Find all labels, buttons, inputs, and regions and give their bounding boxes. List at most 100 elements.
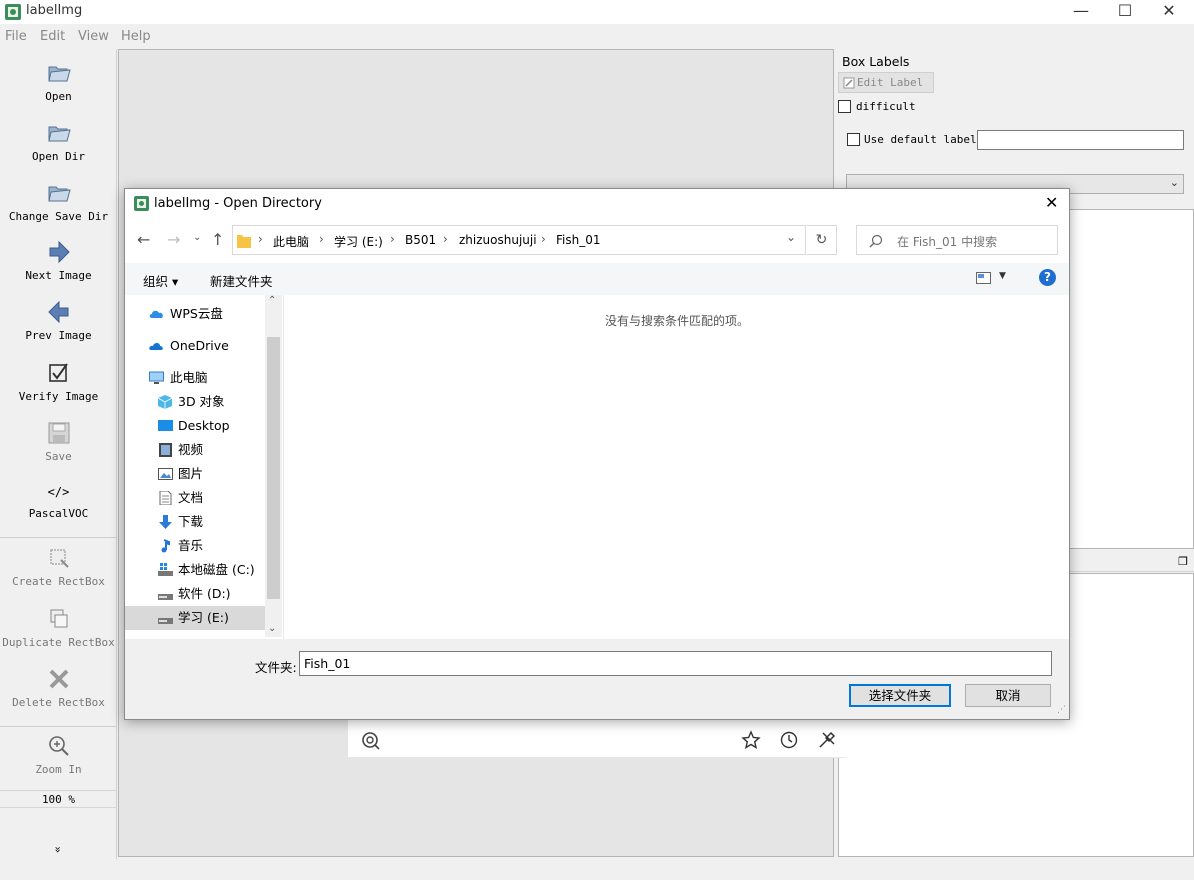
new-folder-button[interactable]: 新建文件夹: [210, 271, 273, 290]
breadcrumb-item[interactable]: 学习 (E:): [334, 233, 383, 250]
nav-item-label: 此电脑: [170, 370, 208, 385]
help-icon[interactable]: ?: [1039, 269, 1056, 286]
nav-item-videos[interactable]: 视频: [125, 438, 265, 462]
resize-grip-icon[interactable]: ⋰: [1057, 705, 1066, 715]
drive-icon: [158, 563, 173, 576]
nav-item-label: OneDrive: [170, 338, 229, 353]
select-folder-button[interactable]: 选择文件夹: [849, 684, 951, 707]
scrollbar-thumb[interactable]: [267, 337, 280, 599]
nav-item-3d-objects[interactable]: 3D 对象: [125, 390, 265, 414]
nav-item-documents[interactable]: 文档: [125, 486, 265, 510]
change-save-dir-button[interactable]: Change Save Dir: [0, 179, 117, 223]
nav-item-music[interactable]: 音乐: [125, 534, 265, 558]
scroll-up-icon[interactable]: ⌃: [268, 295, 276, 306]
desktop-icon: [158, 420, 173, 431]
dialog-close-button[interactable]: ✕: [1045, 193, 1058, 212]
save-button[interactable]: Save: [0, 419, 117, 463]
picture-icon: [158, 468, 173, 480]
folder-open-icon: [47, 66, 71, 82]
zoom-in-button[interactable]: Zoom In: [0, 732, 117, 776]
open-label: Open: [45, 90, 72, 103]
nav-item-pictures[interactable]: 图片: [125, 462, 265, 486]
nav-scrollbar[interactable]: ⌃ ⌄: [265, 295, 282, 637]
nav-item-onedrive[interactable]: OneDrive: [125, 334, 265, 358]
history-icon[interactable]: [779, 730, 799, 750]
folder-input[interactable]: [299, 651, 1052, 676]
breadcrumb-item[interactable]: 此电脑: [273, 233, 309, 250]
zoom-in-icon: [48, 736, 69, 756]
create-rectbox-button[interactable]: Create RectBox: [0, 544, 117, 588]
computer-icon: [149, 371, 164, 384]
arrow-right-icon: [49, 240, 70, 264]
format-button[interactable]: </> PascalVOC: [0, 485, 117, 520]
document-icon: [159, 491, 172, 505]
menu-file[interactable]: File: [5, 29, 27, 44]
nav-item-drive-c[interactable]: 本地磁盘 (C:): [125, 558, 265, 582]
breadcrumb-item[interactable]: Fish_01: [556, 233, 601, 247]
search-box[interactable]: 在 Fish_01 中搜索: [856, 225, 1058, 255]
prev-image-label: Prev Image: [25, 329, 92, 342]
nav-item-label: Desktop: [178, 418, 230, 433]
close-window-button[interactable]: ✕: [1146, 0, 1192, 24]
prev-image-button[interactable]: Prev Image: [0, 298, 117, 342]
next-image-button[interactable]: Next Image: [0, 238, 117, 282]
toolbar-extension-icon[interactable]: »: [52, 844, 65, 856]
nav-item-label: 视频: [178, 442, 204, 457]
toolbar-divider: [0, 726, 117, 727]
breadcrumb-separator: ›: [258, 232, 263, 246]
nav-item-label: 3D 对象: [178, 394, 225, 409]
menu-help[interactable]: Help: [121, 29, 151, 44]
recent-locations-chevron-icon[interactable]: ⌄: [193, 232, 201, 243]
drive-icon: [158, 618, 173, 624]
onedrive-icon: [149, 343, 163, 350]
float-dock-icon[interactable]: ❐: [1178, 555, 1188, 568]
scroll-down-icon[interactable]: ⌄: [268, 623, 276, 634]
organize-button[interactable]: 组织 ▾: [143, 271, 178, 290]
menu-edit[interactable]: Edit: [40, 29, 65, 44]
menu-view[interactable]: View: [78, 29, 109, 44]
use-default-label-checkbox[interactable]: [847, 133, 860, 146]
forward-arrow-icon[interactable]: →: [167, 230, 180, 249]
visual-search-icon[interactable]: [360, 730, 380, 750]
cancel-button[interactable]: 取消: [965, 684, 1051, 707]
refresh-icon[interactable]: ↻: [807, 225, 837, 255]
difficult-checkbox[interactable]: [838, 100, 851, 113]
nav-item-wps-cloud[interactable]: WPS云盘: [125, 302, 265, 326]
breadcrumb-item[interactable]: zhizuoshujuji: [459, 233, 537, 247]
nav-item-desktop[interactable]: Desktop: [125, 414, 265, 438]
back-arrow-icon[interactable]: ←: [137, 230, 150, 249]
verify-image-label: Verify Image: [18, 390, 99, 403]
default-label-input[interactable]: [977, 130, 1184, 150]
nav-item-label: 下载: [178, 514, 204, 529]
nav-item-downloads[interactable]: 下载: [125, 510, 265, 534]
up-arrow-icon[interactable]: ↑: [211, 230, 224, 249]
nav-item-drive-d[interactable]: 软件 (D:): [125, 582, 265, 606]
maximize-button[interactable]: ☐: [1102, 0, 1148, 24]
address-bar[interactable]: › 此电脑 › 学习 (E:) › B501 › zhizuoshujuji ›…: [232, 225, 806, 255]
window-title: labelImg: [26, 3, 83, 18]
duplicate-rectbox-button[interactable]: Duplicate RectBox: [0, 605, 117, 649]
nav-item-drive-e[interactable]: 学习 (E:): [125, 606, 265, 630]
zoom-level-spinbox[interactable]: 100 %: [0, 790, 117, 808]
open-dir-label: Open Dir: [32, 150, 85, 163]
dialog-title-bar: labelImg - Open Directory ✕: [125, 189, 1069, 219]
minimize-button[interactable]: —: [1058, 0, 1104, 24]
chevron-down-icon: ⌄: [1169, 176, 1179, 189]
folder-field-label: 文件夹:: [255, 660, 297, 675]
open-dir-button[interactable]: Open Dir: [0, 119, 117, 163]
folder-open-icon: [47, 126, 71, 142]
delete-rectbox-button[interactable]: Delete RectBox: [0, 665, 117, 709]
open-button[interactable]: Open: [0, 59, 117, 103]
breadcrumb-item[interactable]: B501: [405, 233, 436, 247]
nav-item-this-pc[interactable]: 此电脑: [125, 366, 265, 390]
address-dropdown-icon[interactable]: ⌄: [786, 230, 796, 244]
verify-image-button[interactable]: Verify Image: [0, 359, 117, 403]
video-icon: [159, 443, 172, 457]
save-label: Save: [45, 450, 72, 463]
tools-icon[interactable]: [817, 730, 837, 750]
star-icon[interactable]: [741, 730, 761, 750]
file-content-pane[interactable]: 没有与搜索条件匹配的项。: [283, 295, 1069, 639]
view-options-button[interactable]: ▼: [975, 271, 1009, 287]
edit-label-text: Edit Label: [857, 76, 924, 89]
edit-label-button[interactable]: Edit Label: [838, 72, 934, 93]
